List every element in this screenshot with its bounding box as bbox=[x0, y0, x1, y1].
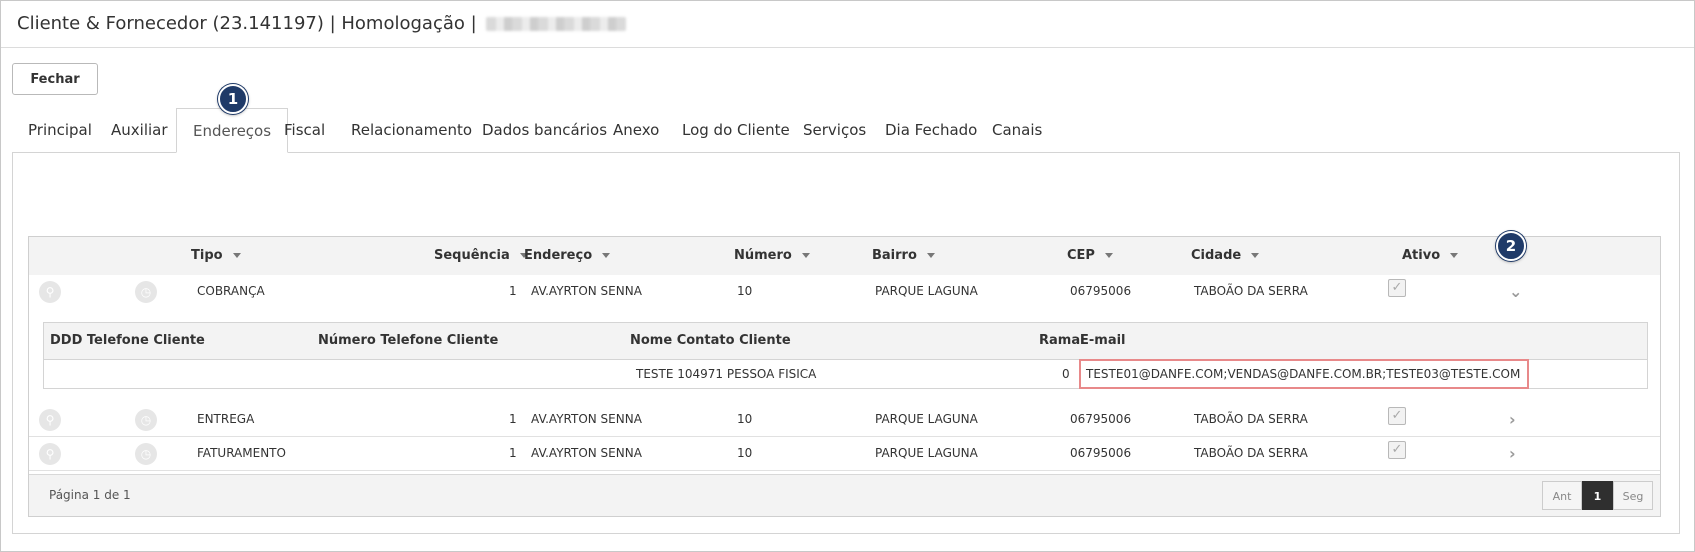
column-header-ativo[interactable]: Ativo bbox=[1402, 237, 1459, 275]
clock-icon[interactable]: ◷ bbox=[135, 443, 157, 465]
cell-sequencia: 1 bbox=[509, 446, 517, 460]
cell-tipo: COBRANÇA bbox=[197, 284, 265, 298]
grid-footer: Página 1 de 1 Ant 1 Seg bbox=[29, 474, 1660, 516]
tab-canais[interactable]: Canais bbox=[976, 108, 1058, 152]
page-button-current[interactable]: 1 bbox=[1582, 481, 1613, 510]
table-row[interactable]: ⚲ ◷ FATURAMENTO 1 AV.AYRTON SENNA 10 PAR… bbox=[29, 437, 1660, 471]
cell-endereco: AV.AYRTON SENNA bbox=[531, 412, 642, 426]
column-label: Número bbox=[734, 248, 792, 263]
redacted-company-name bbox=[486, 17, 627, 31]
subcolumn-ddd[interactable]: DDD Telefone Cliente bbox=[50, 323, 205, 359]
cell-sequencia: 1 bbox=[509, 412, 517, 426]
subgrid-header: DDD Telefone Cliente Número Telefone Cli… bbox=[44, 323, 1647, 360]
page-title-text: Cliente & Fornecedor (23.141197) | Homol… bbox=[17, 13, 477, 34]
cell-bairro: PARQUE LAGUNA bbox=[875, 284, 978, 298]
tab-servicos[interactable]: Serviços bbox=[787, 108, 882, 152]
column-label: Ativo bbox=[1402, 248, 1441, 263]
chevron-right-icon[interactable]: › bbox=[1509, 437, 1516, 470]
sort-caret-icon bbox=[1450, 253, 1459, 258]
sort-caret-icon bbox=[232, 253, 241, 258]
checkbox-checked-icon: ✓ bbox=[1388, 441, 1406, 459]
checkbox-checked-icon: ✓ bbox=[1388, 279, 1406, 297]
pagination: Ant 1 Seg bbox=[1542, 481, 1654, 510]
sort-caret-icon bbox=[1251, 253, 1260, 258]
tab-anexo[interactable]: Anexo bbox=[597, 108, 675, 152]
tab-log-do-cliente[interactable]: Log do Cliente bbox=[666, 108, 806, 152]
column-header-tipo[interactable]: Tipo bbox=[191, 237, 241, 275]
cell-tipo: FATURAMENTO bbox=[197, 446, 286, 460]
sort-caret-icon bbox=[926, 253, 935, 258]
checkbox-checked-icon: ✓ bbox=[1388, 407, 1406, 425]
chevron-down-icon[interactable]: ⌄ bbox=[1509, 275, 1522, 308]
cell-tipo: ENTREGA bbox=[197, 412, 255, 426]
next-page-button[interactable]: Seg bbox=[1613, 481, 1653, 510]
cell-numero: 10 bbox=[737, 284, 753, 298]
step-marker-1: 1 bbox=[218, 84, 248, 114]
sort-caret-icon bbox=[602, 253, 611, 258]
cell-bairro: PARQUE LAGUNA bbox=[875, 446, 978, 460]
column-label: Cidade bbox=[1191, 248, 1242, 263]
prev-page-button[interactable]: Ant bbox=[1542, 481, 1582, 510]
subcolumn-nome-contato[interactable]: Nome Contato Cliente bbox=[630, 323, 791, 359]
row-detail-panel: DDD Telefone Cliente Número Telefone Cli… bbox=[29, 308, 1660, 404]
search-icon[interactable]: ⚲ bbox=[39, 409, 61, 431]
column-header-cidade[interactable]: Cidade bbox=[1191, 237, 1260, 275]
tab-auxiliar[interactable]: Auxiliar bbox=[95, 108, 184, 152]
sort-caret-icon bbox=[1104, 253, 1113, 258]
close-button[interactable]: Fechar bbox=[12, 63, 98, 95]
column-label: CEP bbox=[1067, 248, 1095, 263]
search-icon[interactable]: ⚲ bbox=[39, 443, 61, 465]
subcell-nome-contato: TESTE 104971 PESSOA FISICA bbox=[636, 367, 817, 381]
tab-dia-fechado[interactable]: Dia Fechado bbox=[869, 108, 993, 152]
cell-cep: 06795006 bbox=[1070, 446, 1132, 460]
page-title: Cliente & Fornecedor (23.141197) | Homol… bbox=[17, 13, 627, 34]
column-label: Tipo bbox=[191, 248, 223, 263]
title-bar: Cliente & Fornecedor (23.141197) | Homol… bbox=[1, 1, 1694, 48]
addresses-grid: Tipo Sequência Endereço Número Bairro CE… bbox=[28, 231, 1661, 517]
subcell-ramal: 0 bbox=[1062, 367, 1070, 381]
cell-endereco: AV.AYRTON SENNA bbox=[531, 284, 642, 298]
cell-numero: 10 bbox=[737, 446, 753, 460]
column-header-sequencia[interactable]: Sequência bbox=[434, 237, 528, 275]
column-header-numero[interactable]: Número bbox=[734, 237, 810, 275]
tab-fiscal[interactable]: Fiscal bbox=[268, 108, 341, 152]
column-label: Sequência bbox=[434, 248, 510, 263]
cell-cidade: TABOÃO DA SERRA bbox=[1194, 412, 1308, 426]
cell-cidade: TABOÃO DA SERRA bbox=[1194, 284, 1308, 298]
clock-icon[interactable]: ◷ bbox=[135, 409, 157, 431]
column-label: Endereço bbox=[524, 248, 593, 263]
column-label: Bairro bbox=[872, 248, 917, 263]
column-header-cep[interactable]: CEP bbox=[1067, 237, 1113, 275]
subcolumn-ramal[interactable]: Ramal bbox=[1039, 323, 1085, 359]
sort-caret-icon bbox=[801, 253, 810, 258]
step-marker-2: 2 bbox=[1496, 231, 1526, 261]
subcell-email-highlighted: TESTE01@DANFE.COM;VENDAS@DANFE.COM.BR;TE… bbox=[1079, 359, 1529, 389]
clock-icon[interactable]: ◷ bbox=[135, 281, 157, 303]
search-icon[interactable]: ⚲ bbox=[39, 281, 61, 303]
cell-cep: 06795006 bbox=[1070, 412, 1132, 426]
cell-cidade: TABOÃO DA SERRA bbox=[1194, 446, 1308, 460]
subcolumn-email[interactable]: E-mail bbox=[1080, 323, 1126, 359]
chevron-right-icon[interactable]: › bbox=[1509, 403, 1516, 436]
column-header-endereco[interactable]: Endereço bbox=[524, 237, 611, 275]
tab-bar: Principal Auxiliar Endereços Fiscal Rela… bbox=[12, 108, 1680, 153]
tab-principal[interactable]: Principal bbox=[12, 108, 108, 152]
subcolumn-numero-telefone[interactable]: Número Telefone Cliente bbox=[318, 323, 498, 359]
grid-header: Tipo Sequência Endereço Número Bairro CE… bbox=[29, 237, 1660, 276]
cell-endereco: AV.AYRTON SENNA bbox=[531, 446, 642, 460]
table-row[interactable]: ⚲ ◷ COBRANÇA 1 AV.AYRTON SENNA 10 PARQUE… bbox=[29, 275, 1660, 309]
cell-bairro: PARQUE LAGUNA bbox=[875, 412, 978, 426]
cell-sequencia: 1 bbox=[509, 284, 517, 298]
column-header-bairro[interactable]: Bairro bbox=[872, 237, 935, 275]
cell-numero: 10 bbox=[737, 412, 753, 426]
page-info: Página 1 de 1 bbox=[49, 488, 131, 502]
contacts-subgrid: DDD Telefone Cliente Número Telefone Cli… bbox=[43, 322, 1648, 389]
table-row[interactable]: ⚲ ◷ ENTREGA 1 AV.AYRTON SENNA 10 PARQUE … bbox=[29, 403, 1660, 437]
cell-cep: 06795006 bbox=[1070, 284, 1132, 298]
